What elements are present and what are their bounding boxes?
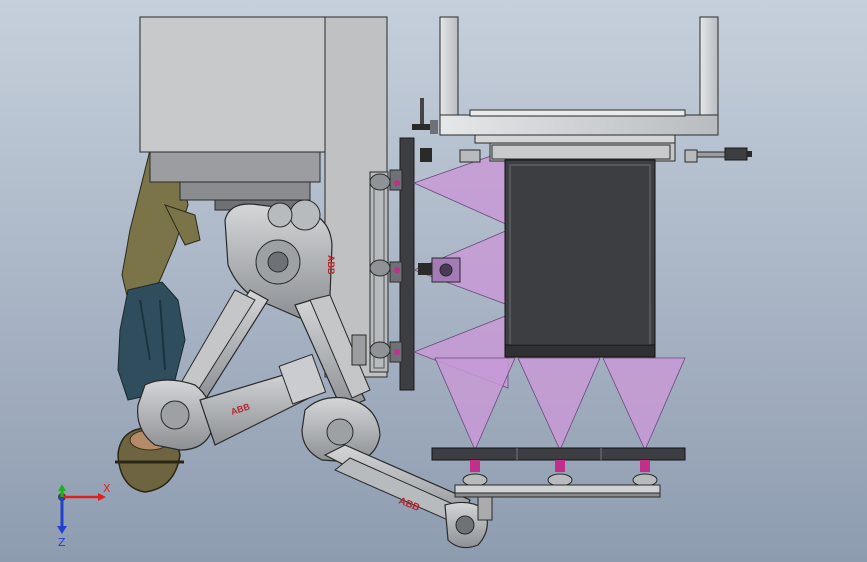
triad-x-label: X <box>103 482 111 495</box>
gantry-housing-main <box>139 16 326 153</box>
gantry-flange <box>149 151 321 183</box>
payload-box <box>491 144 671 358</box>
triad-z-label: Z <box>58 536 66 549</box>
rail-cup-3 <box>369 341 391 359</box>
cad-scene: ABB ABB ABB X Z <box>0 0 867 562</box>
sensor-beams-vertical <box>434 357 686 452</box>
robot1-upper-arm-mark: ABB <box>326 255 336 275</box>
gantry-flange-lower <box>179 181 311 201</box>
rail-cup-1 <box>369 173 391 191</box>
rail-cup-2 <box>369 259 391 277</box>
cad-viewport[interactable]: ABB ABB ABB X Z <box>0 0 867 562</box>
